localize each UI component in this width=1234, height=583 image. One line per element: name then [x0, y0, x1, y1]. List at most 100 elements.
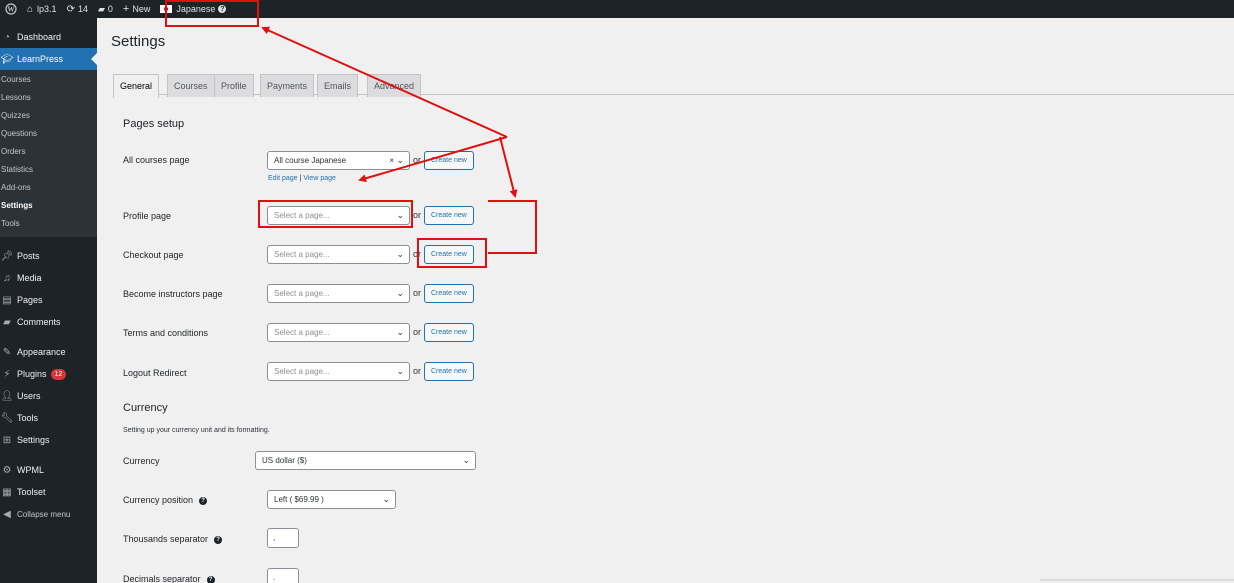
view-page-link[interactable]: View page [303, 175, 336, 182]
clear-selection-icon[interactable]: × [389, 152, 394, 169]
main-content: Settings General Courses Profile Payment… [97, 18, 1234, 583]
site-name-link[interactable]: ⌂ lp3.1 [22, 0, 62, 18]
menu-toolset[interactable]: ▦ Toolset [0, 481, 97, 503]
updates-count: 14 [77, 4, 88, 14]
updates-link[interactable]: ⟳ 14 [62, 0, 93, 18]
menu-posts-label: Posts [17, 251, 40, 261]
menu-pages-label: Pages [17, 295, 43, 305]
edit-page-link[interactable]: Edit page [268, 175, 298, 182]
submenu-add-ons[interactable]: Add-ons [0, 179, 97, 197]
or-label: or [413, 210, 422, 220]
all-courses-create-new-button[interactable]: Create new [424, 151, 474, 170]
chevron-down-icon: ⌄ [396, 366, 404, 376]
all-courses-page-select[interactable]: All course Japanese × ⌄ [267, 151, 410, 170]
submenu-settings[interactable]: Settings [0, 197, 97, 215]
admin-bar: W ⌂ lp3.1 ⟳ 14 ▰ 0 + New Japanese ? [0, 0, 1234, 18]
menu-settings[interactable]: ⊞ Settings [0, 429, 97, 451]
tab-courses[interactable]: Courses [167, 74, 215, 97]
become-instructors-page-select[interactable]: Select a page... ⌄ [267, 284, 410, 303]
menu-comments-label: Comments [17, 317, 61, 327]
menu-wpml[interactable]: ⚙︎ WPML [0, 459, 97, 481]
menu-learnpress-label: LearnPress [17, 54, 64, 64]
submenu-tools[interactable]: Tools [0, 215, 97, 233]
thousands-separator-label: Thousands separator? [123, 534, 223, 544]
new-label: New [132, 4, 151, 14]
dashboard-icon: ◔ [3, 31, 11, 43]
or-label: or [413, 327, 422, 337]
chevron-down-icon: ⌄ [396, 210, 404, 220]
chevron-down-icon: ⌄ [396, 288, 404, 298]
become-instructors-page-label: Become instructors page [123, 289, 223, 299]
sliders-icon: ⊞ [2, 434, 12, 446]
menu-appearance[interactable]: ✎ Appearance [0, 341, 97, 363]
submenu-statistics[interactable]: Statistics [0, 161, 97, 179]
menu-plugins-label: Plugins [17, 369, 47, 379]
japan-flag-icon [160, 5, 173, 13]
learnpress-submenu: Courses Lessons Quizzes Questions Orders… [0, 70, 97, 237]
menu-tools[interactable]: 🔧︎ Tools [0, 407, 97, 429]
terms-page-select[interactable]: Select a page... ⌄ [267, 323, 410, 342]
menu-dashboard[interactable]: ◔ Dashboard [0, 26, 97, 48]
menu-comments[interactable]: ▰ Comments [0, 311, 97, 333]
menu-users[interactable]: 👤︎ Users [0, 385, 97, 407]
admin-sidebar: ◔ Dashboard 🎓︎ LearnPress Courses Lesson… [0, 18, 97, 583]
menu-toolset-label: Toolset [17, 487, 46, 497]
currency-description: Setting up your currency unit and its fo… [123, 427, 270, 434]
currency-select[interactable]: US dollar ($) ⌄ [255, 451, 476, 470]
profile-page-select[interactable]: Select a page... ⌄ [267, 206, 410, 225]
terms-page-label: Terms and conditions [123, 328, 209, 338]
wrench-icon: 🔧︎ [0, 412, 14, 424]
thousands-separator-input[interactable]: , [267, 528, 299, 548]
logout-redirect-create-new-button[interactable]: Create new [424, 362, 474, 381]
submenu-lessons[interactable]: Lessons [0, 89, 97, 107]
tab-advanced[interactable]: Advanced [367, 74, 422, 97]
plug-icon: ⚡︎ [3, 368, 11, 380]
tab-emails[interactable]: Emails [317, 74, 359, 97]
toolset-icon: ▦ [2, 486, 12, 498]
menu-pages[interactable]: ▤ Pages [0, 289, 97, 311]
tab-general[interactable]: General [113, 74, 160, 98]
home-icon: ⌂ [27, 3, 34, 15]
tab-profile[interactable]: Profile [214, 74, 254, 97]
help-icon[interactable]: ? [214, 535, 223, 544]
wpml-icon: ⚙︎ [2, 464, 12, 476]
chevron-down-icon: ⌄ [462, 455, 470, 465]
menu-wpml-label: WPML [17, 465, 44, 475]
collapse-menu-button[interactable]: ◀ Collapse menu [0, 503, 97, 525]
comments-count: 0 [107, 4, 113, 14]
media-icon: ♫ [3, 272, 11, 284]
currency-position-select[interactable]: Left ( $69.99 ) ⌄ [267, 490, 396, 509]
submenu-questions[interactable]: Questions [0, 125, 97, 143]
become-instructors-page-value: Select a page... [274, 289, 330, 298]
new-content-link[interactable]: + New [118, 0, 155, 18]
horizontal-scrollbar[interactable] [1040, 579, 1234, 581]
menu-appearance-label: Appearance [17, 347, 66, 357]
tab-payments[interactable]: Payments [260, 74, 315, 97]
menu-posts[interactable]: 📌︎ Posts [0, 245, 97, 267]
decimals-separator-label: Decimals separator? [123, 574, 215, 583]
menu-media[interactable]: ♫ Media [0, 267, 97, 289]
language-switcher[interactable]: Japanese ? [155, 0, 231, 18]
all-courses-page-value: All course Japanese [274, 156, 347, 165]
wordpress-logo-icon[interactable]: W [0, 0, 22, 18]
submenu-quizzes[interactable]: Quizzes [0, 107, 97, 125]
submenu-orders[interactable]: Orders [0, 143, 97, 161]
help-icon[interactable]: ? [199, 496, 208, 505]
become-instructors-create-new-button[interactable]: Create new [424, 284, 474, 303]
menu-learnpress[interactable]: 🎓︎ LearnPress [0, 48, 97, 70]
logout-redirect-select[interactable]: Select a page... ⌄ [267, 362, 410, 381]
terms-create-new-button[interactable]: Create new [424, 323, 474, 342]
checkout-create-new-button[interactable]: Create new [424, 245, 474, 264]
menu-dashboard-label: Dashboard [17, 32, 62, 42]
checkout-page-value: Select a page... [274, 250, 330, 259]
submenu-courses[interactable]: Courses [0, 71, 97, 89]
decimals-separator-input[interactable]: . [267, 568, 299, 583]
menu-tools-label: Tools [17, 413, 39, 423]
menu-plugins[interactable]: ⚡︎ Plugins 12 [0, 363, 97, 385]
menu-users-label: Users [17, 391, 41, 401]
help-icon[interactable]: ? [206, 575, 215, 583]
profile-create-new-button[interactable]: Create new [424, 206, 474, 225]
comments-link[interactable]: ▰ 0 [93, 0, 118, 18]
checkout-page-select[interactable]: Select a page... ⌄ [267, 245, 410, 264]
comment-bubble-icon: ▰ [97, 3, 105, 14]
